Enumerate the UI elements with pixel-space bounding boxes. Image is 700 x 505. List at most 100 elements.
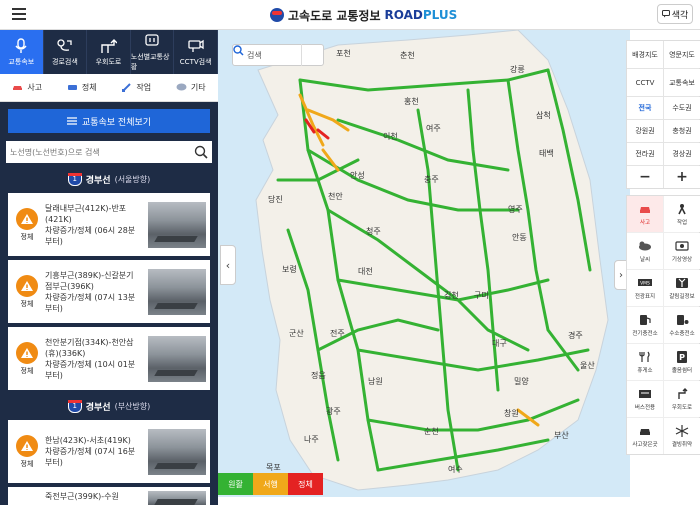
layer-label: 졸음쉼터 xyxy=(671,367,693,374)
city-label: 정읍 xyxy=(311,371,326,380)
tab-cctv-search[interactable]: CCTV검색 xyxy=(174,30,218,74)
map-search-bar[interactable]: 검색 xyxy=(232,44,324,66)
city-label: 전주 xyxy=(330,329,345,338)
region-jeolla[interactable]: 전라권 xyxy=(627,143,663,165)
layer-ev-charger[interactable]: 전기충전소 xyxy=(627,307,663,343)
bulletin-card[interactable]: 정체 천안분기점(334K)-천안삼 (휴)(336K) 차량증가/정체 (10… xyxy=(8,327,210,390)
cctv-thumbnail[interactable] xyxy=(148,268,206,315)
all-bulletins-label: 교통속보 전체보기 xyxy=(81,117,152,128)
search-icon[interactable] xyxy=(194,145,208,159)
zoom-out-button[interactable]: − xyxy=(627,166,663,188)
bulletin-card[interactable]: 죽전부근(399K)-수원 xyxy=(8,487,210,505)
tab-route-search[interactable]: 경로검색 xyxy=(44,30,88,74)
tab-route-traffic[interactable]: 노선별교통상황 xyxy=(131,30,175,74)
layer-accident[interactable]: 사고 xyxy=(627,196,663,232)
region-all[interactable]: 전국 xyxy=(627,97,663,119)
city-label: 나주 xyxy=(304,435,319,444)
city-label: 여주 xyxy=(426,124,441,133)
route-search-input[interactable] xyxy=(10,147,194,157)
layer-label: 사고잦은곳 xyxy=(632,441,658,448)
city-label: 부산 xyxy=(554,431,569,440)
weather-icon xyxy=(639,241,651,250)
bus-lane-icon xyxy=(639,389,651,398)
car-icon xyxy=(13,86,23,90)
subtab-other[interactable]: 기타 xyxy=(164,74,219,101)
region-capital[interactable]: 수도권 xyxy=(664,97,700,119)
map-type-bulletin[interactable]: 교통속보 xyxy=(664,69,700,96)
city-label: 경주 xyxy=(568,331,583,340)
tab-label: CCTV검색 xyxy=(179,57,212,66)
bulletin-card[interactable]: 정체 한남(423K)-서초(419K) 차량증가/정체 (07시 16분 부터… xyxy=(8,420,210,483)
city-label: 여수 xyxy=(448,465,463,474)
brand-logo[interactable]: 고속도로 교통정보 ROAD PLUS xyxy=(270,5,457,25)
accident-icon xyxy=(640,206,650,213)
ice-icon xyxy=(675,424,689,437)
layer-rest-area[interactable]: 휴게소 xyxy=(627,344,663,380)
layer-weather[interactable]: 날씨 xyxy=(627,233,663,269)
region-gyeongsang[interactable]: 경상권 xyxy=(664,143,700,165)
tab-traffic-bulletin[interactable]: 교통속보 xyxy=(0,30,44,74)
subtab-label: 작업 xyxy=(136,83,152,92)
bulletin-line: 차량증가/정체 (07시 13분 xyxy=(45,292,136,302)
traffic-icon xyxy=(67,85,77,90)
layer-label: 기상영상 xyxy=(671,256,693,263)
status-label: 정체 xyxy=(20,366,34,375)
worker-icon xyxy=(678,203,686,214)
layer-label: 결빙취약 xyxy=(671,441,693,448)
traffic-map[interactable]: 포천 춘천 강릉 홍천 삼척 이천 여주 태백 충주 당진 천안 안성 청주 영… xyxy=(218,30,630,497)
layer-label: 전기충전소 xyxy=(632,330,658,337)
bulletin-line: 기흥부근(389K)-신갈분기 xyxy=(45,270,134,280)
detour-icon xyxy=(678,387,688,399)
status-badge: 정체 xyxy=(12,434,42,469)
cctv-thumbnail[interactable] xyxy=(148,491,206,505)
subtab-work[interactable]: 작업 xyxy=(109,74,164,101)
layer-label: 작업 xyxy=(676,219,688,226)
subtab-congestion[interactable]: 정체 xyxy=(55,74,110,101)
weather-video-icon xyxy=(675,240,689,251)
cctv-thumbnail[interactable] xyxy=(148,201,206,248)
layer-bus-lane[interactable]: 버스전용 xyxy=(627,381,663,417)
layer-junction[interactable]: 갈림길정보 xyxy=(664,270,700,306)
layer-detour[interactable]: 우회도로 xyxy=(664,381,700,417)
collapse-left-button[interactable]: ‹ xyxy=(220,245,236,285)
tab-detour[interactable]: 우회도로 xyxy=(87,30,131,74)
cctv-thumbnail[interactable] xyxy=(148,428,206,475)
junction-icon xyxy=(676,277,688,288)
bulletin-line: 한남(423K)-서초(419K) xyxy=(45,436,131,445)
color-vision-button[interactable]: 색각 xyxy=(657,4,693,24)
city-label: 영주 xyxy=(508,205,523,214)
top-header: 고속도로 교통정보 ROAD PLUS 색각 xyxy=(0,0,700,30)
layer-label: 갈림길정보 xyxy=(669,293,695,300)
map-type-background[interactable]: 배경지도 xyxy=(627,41,663,68)
layer-hydrogen-station[interactable]: 수소충전소 xyxy=(664,307,700,343)
bulletin-card[interactable]: 정체 기흥부근(389K)-신갈분기 점부근(396K) 차량증가/정체 (07… xyxy=(8,260,210,323)
layer-vms[interactable]: VMS 전광표지 xyxy=(627,270,663,306)
city-label: 삼척 xyxy=(536,111,551,120)
region-chungcheong[interactable]: 충청권 xyxy=(664,120,700,142)
region-gangwon[interactable]: 강원권 xyxy=(627,120,663,142)
layer-accident-zone[interactable]: 사고잦은곳 xyxy=(627,418,663,454)
city-label: 군산 xyxy=(289,329,304,338)
bulletin-line: 부터) xyxy=(45,236,63,246)
layer-drowsy-shelter[interactable]: P 졸음쉼터 xyxy=(664,344,700,380)
map-type-cctv[interactable]: CCTV xyxy=(627,69,663,96)
map-type-english[interactable]: 영문지도 xyxy=(664,41,700,68)
city-label: 목포 xyxy=(266,463,281,472)
search-icon[interactable] xyxy=(233,44,323,66)
layer-work[interactable]: 작업 xyxy=(664,196,700,232)
subtab-label: 정체 xyxy=(81,83,97,92)
city-label: 청주 xyxy=(366,227,381,236)
bulletin-line: 천안분기점(334K)-천안삼 xyxy=(45,337,134,347)
hamburger-menu-icon[interactable] xyxy=(12,8,26,20)
zoom-in-button[interactable]: + xyxy=(664,166,700,188)
subtab-accident[interactable]: 사고 xyxy=(0,74,55,101)
layer-weather-video[interactable]: 기상영상 xyxy=(664,233,700,269)
route-name: 경부선 xyxy=(85,175,111,186)
bulletin-text: 기흥부근(389K)-신갈분기 점부근(396K) 차량증가/정체 (07시 1… xyxy=(42,270,148,314)
route-shield-icon: 1 xyxy=(67,399,82,413)
bulletin-card[interactable]: 정체 달래내부근(412K)-반포 (421K) 차량증가/정체 (06시 28… xyxy=(8,193,210,256)
layer-ice[interactable]: 결빙취약 xyxy=(664,418,700,454)
route-header: 1 경부선 (부산방향) xyxy=(0,396,218,416)
cctv-thumbnail[interactable] xyxy=(148,335,206,382)
all-bulletins-button[interactable]: 교통속보 전체보기 xyxy=(8,109,210,133)
